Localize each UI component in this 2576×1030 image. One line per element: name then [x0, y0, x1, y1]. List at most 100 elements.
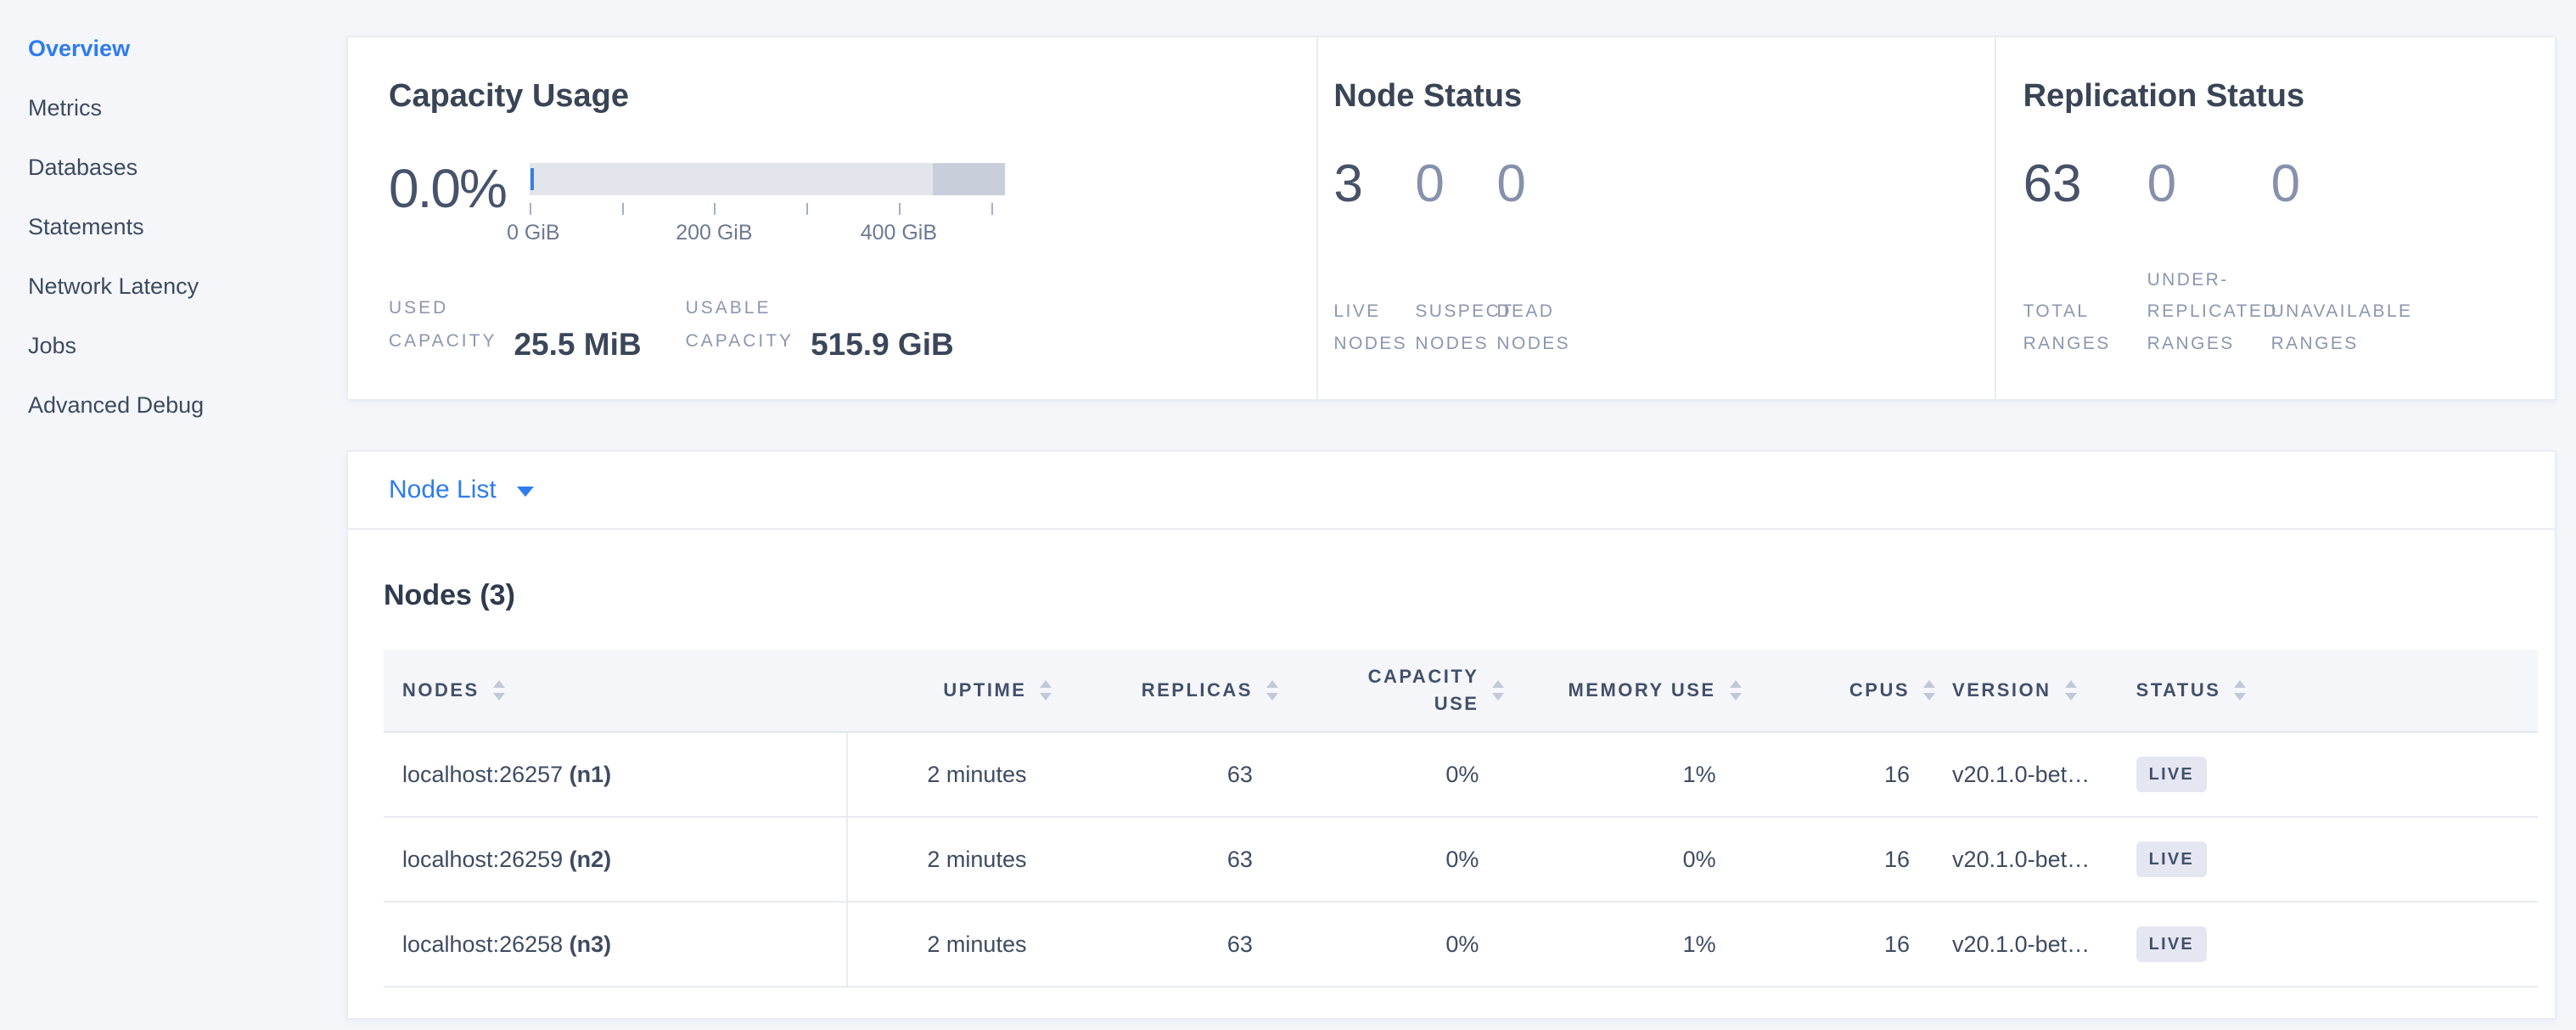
cluster-summary-card: Capacity Usage 0.0% — [346, 36, 2556, 401]
memory-use-cell: 1% — [1514, 902, 1751, 987]
column-header-cpus[interactable]: CPUS — [1752, 650, 1945, 732]
capacity-used-percent: 0.0% — [389, 161, 506, 216]
status-badge: LIVE — [2136, 841, 2207, 877]
cluster-overview-page: Overview Metrics Databases Statements Ne… — [0, 0, 2576, 1030]
under-replicated-ranges-label: UNDER- REPLICATED RANGES — [2147, 264, 2271, 360]
node-id: (n3) — [570, 932, 612, 957]
sidebar-item-jobs[interactable]: Jobs — [28, 316, 346, 375]
used-capacity-stat: USED CAPACITY 25.5 MiB — [389, 292, 642, 360]
node-link[interactable]: localhost:26258 — [402, 932, 563, 957]
capacity-gauge-ticks — [530, 203, 1005, 215]
cpus-cell: 16 — [1752, 817, 1945, 902]
replication-status-title: Replication Status — [2023, 80, 2538, 112]
sort-icon — [1730, 680, 1742, 701]
nodes-table-heading: Nodes (3) — [384, 579, 2538, 612]
chevron-down-icon — [517, 487, 534, 497]
sort-icon — [1492, 680, 1504, 701]
node-list-selector-label: Node List — [389, 476, 497, 504]
capacity-use-cell: 0% — [1288, 732, 1514, 817]
replicas-cell: 63 — [1062, 902, 1288, 987]
nodes-table: NODES UPTIME REPLICAS — [384, 650, 2538, 988]
version-cell: v20.1.0-bet… — [1945, 732, 2124, 817]
version-cell: v20.1.0-bet… — [1945, 902, 2124, 987]
view-selector-bar: Node List — [348, 452, 2555, 530]
column-header-version[interactable]: VERSION — [1945, 650, 2124, 732]
node-link[interactable]: localhost:26257 — [402, 762, 563, 787]
total-ranges-stat: 63 TOTAL RANGES — [2023, 158, 2147, 360]
uptime-cell: 2 minutes — [847, 732, 1063, 817]
node-id: (n1) — [570, 762, 612, 787]
uptime-cell: 2 minutes — [847, 902, 1063, 987]
under-replicated-ranges-value: 0 — [2147, 158, 2271, 211]
capacity-gauge-other-segment — [933, 163, 1005, 195]
column-header-memory-use[interactable]: MEMORY USE — [1514, 650, 1751, 732]
sidebar: Overview Metrics Databases Statements Ne… — [0, 0, 346, 435]
status-badge: LIVE — [2136, 926, 2207, 962]
table-header-row: NODES UPTIME REPLICAS — [384, 650, 2538, 732]
suspect-nodes-label: SUSPECT NODES — [1415, 295, 1496, 360]
capacity-use-cell: 0% — [1288, 817, 1514, 902]
capacity-gauge: 0 GiB 200 GiB 400 GiB — [530, 163, 1005, 246]
uptime-cell: 2 minutes — [847, 817, 1063, 902]
table-row-node-3[interactable]: localhost:26258 (n3) 2 minutes 63 0% 1% … — [384, 902, 2538, 987]
sidebar-item-metrics[interactable]: Metrics — [28, 78, 346, 138]
axis-label-0: 0 GiB — [507, 221, 560, 245]
version-cell: v20.1.0-bet… — [1945, 817, 2124, 902]
live-nodes-stat: 3 LIVE NODES — [1333, 158, 1415, 360]
node-status-title: Node Status — [1333, 80, 1977, 112]
sort-icon — [2234, 680, 2246, 701]
used-capacity-label: USED CAPACITY — [389, 292, 497, 360]
sidebar-item-advanced-debug[interactable]: Advanced Debug — [28, 375, 346, 435]
sidebar-item-network-latency[interactable]: Network Latency — [28, 256, 346, 316]
sort-icon — [493, 680, 505, 701]
unavailable-ranges-label: UNAVAILABLE RANGES — [2271, 295, 2395, 360]
suspect-nodes-value: 0 — [1415, 158, 1496, 211]
node-link[interactable]: localhost:26259 — [402, 847, 563, 872]
axis-label-400: 400 GiB — [861, 221, 937, 245]
sort-icon — [1040, 680, 1052, 701]
node-list-selector[interactable]: Node List — [389, 476, 534, 504]
memory-use-cell: 1% — [1514, 732, 1751, 817]
sidebar-item-statements[interactable]: Statements — [28, 197, 346, 256]
sidebar-item-databases[interactable]: Databases — [28, 138, 346, 197]
column-header-uptime[interactable]: UPTIME — [847, 650, 1063, 732]
sort-icon — [2065, 680, 2077, 701]
axis-label-200: 200 GiB — [676, 221, 752, 245]
total-ranges-value: 63 — [2023, 158, 2147, 211]
dead-nodes-stat: 0 DEAD NODES — [1496, 158, 1578, 360]
capacity-gauge-bar — [530, 163, 1005, 195]
memory-use-cell: 0% — [1514, 817, 1751, 902]
live-nodes-value: 3 — [1333, 158, 1415, 211]
column-header-replicas[interactable]: REPLICAS — [1062, 650, 1288, 732]
capacity-usage-section: Capacity Usage 0.0% — [348, 37, 1316, 399]
replication-status-section: Replication Status 63 TOTAL RANGES 0 UND… — [1995, 37, 2555, 399]
used-capacity-value: 25.5 MiB — [514, 329, 641, 360]
table-row-node-1[interactable]: localhost:26257 (n1) 2 minutes 63 0% 1% … — [384, 732, 2538, 817]
unavailable-ranges-value: 0 — [2271, 158, 2395, 211]
usable-capacity-label: USABLE CAPACITY — [686, 292, 794, 360]
cpus-cell: 16 — [1752, 902, 1945, 987]
replicas-cell: 63 — [1062, 817, 1288, 902]
capacity-use-cell: 0% — [1288, 902, 1514, 987]
column-header-nodes[interactable]: NODES — [384, 650, 847, 732]
capacity-usage-title: Capacity Usage — [389, 80, 1299, 112]
total-ranges-label: TOTAL RANGES — [2023, 295, 2147, 360]
unavailable-ranges-stat: 0 UNAVAILABLE RANGES — [2271, 158, 2395, 360]
sidebar-item-overview[interactable]: Overview — [28, 19, 346, 78]
status-badge: LIVE — [2136, 757, 2207, 792]
table-row-node-2[interactable]: localhost:26259 (n2) 2 minutes 63 0% 0% … — [384, 817, 2538, 902]
under-replicated-ranges-stat: 0 UNDER- REPLICATED RANGES — [2147, 158, 2271, 360]
live-nodes-label: LIVE NODES — [1333, 295, 1415, 360]
capacity-gauge-axis-labels: 0 GiB 200 GiB 400 GiB — [530, 221, 1005, 246]
dead-nodes-value: 0 — [1496, 158, 1578, 211]
cpus-cell: 16 — [1752, 732, 1945, 817]
sort-icon — [1923, 680, 1935, 701]
main-content: Capacity Usage 0.0% — [346, 36, 2556, 1020]
sort-icon — [1266, 680, 1278, 701]
replicas-cell: 63 — [1062, 732, 1288, 817]
usable-capacity-value: 515.9 GiB — [811, 329, 954, 360]
column-header-capacity-use[interactable]: CAPACITY USE — [1288, 650, 1514, 732]
column-header-status[interactable]: STATUS — [2124, 650, 2538, 732]
node-status-section: Node Status 3 LIVE NODES 0 SUSPECT NODE — [1316, 37, 1994, 399]
dead-nodes-label: DEAD NODES — [1496, 295, 1578, 360]
